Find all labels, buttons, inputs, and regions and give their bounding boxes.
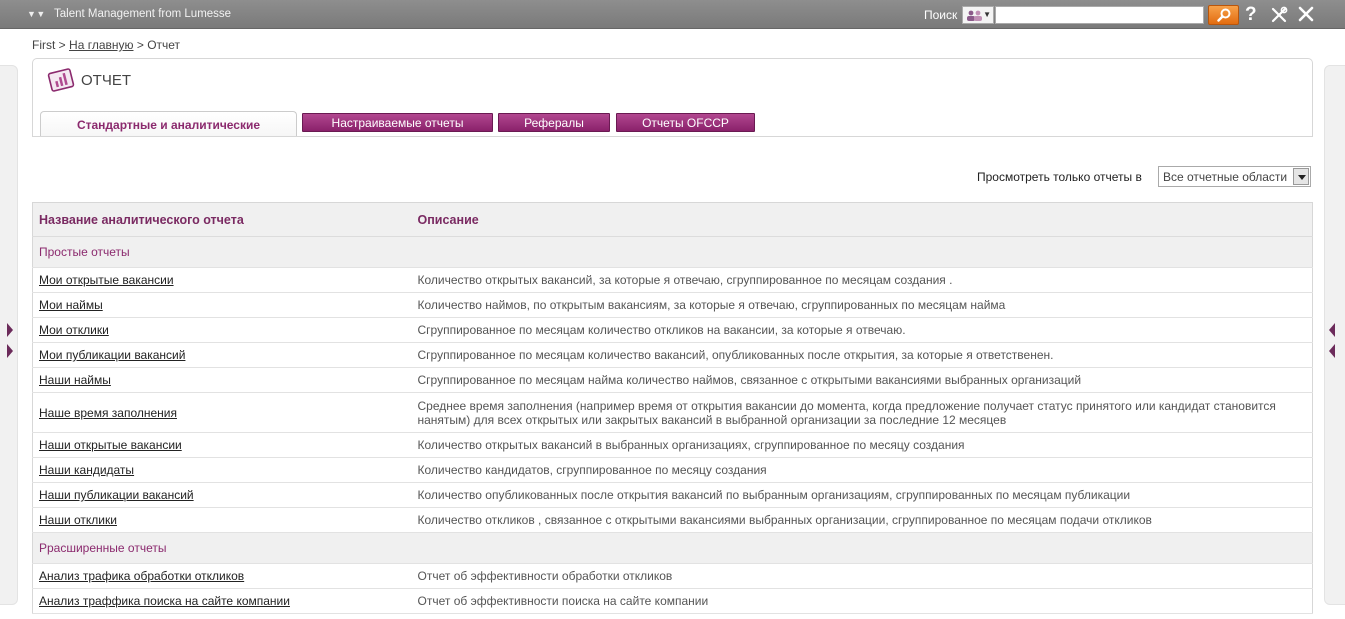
report-link[interactable]: Наши открытые вакансии [39,438,182,452]
table-header-row: Название аналитического отчета Описание [32,202,1313,237]
report-description: Отчет об эффективности обработки отклико… [411,563,1313,589]
report-description: Количество открытых вакансий, за которые… [411,267,1313,293]
table-row: Мои публикации вакансий Сгруппированное … [32,342,1313,368]
report-description: Отчет об эффективности поиска на сайте к… [411,588,1313,614]
report-link[interactable]: Анализ трафика обработки откликов [39,569,244,583]
group-row: Простые отчеты [32,236,1313,268]
table-row: Наши публикации вакансий Количество опуб… [32,482,1313,508]
close-icon[interactable] [1298,6,1314,22]
search-label: Поиск [924,8,958,22]
breadcrumb-separator: > [136,38,144,52]
table-row: Наши наймы Сгруппированное по месяцам на… [32,367,1313,393]
collapse-right-icon[interactable] [1329,344,1335,358]
left-side-panel[interactable] [0,65,18,605]
breadcrumb-first: First [32,38,56,52]
search-scope-dropdown[interactable]: ▼ [962,6,994,24]
reports-table: Название аналитического отчета Описание … [32,202,1313,614]
table-row: Мои отклики Сгруппированное по месяцам к… [32,317,1313,343]
table-row: Наши отклики Количество откликов , связа… [32,507,1313,533]
report-description: Сгруппированное по месяцам найма количес… [411,367,1313,393]
report-description: Количество опубликованных после открытия… [411,482,1313,508]
collapse-right-icon[interactable] [1329,323,1335,337]
report-link[interactable]: Анализ траффика поиска на сайте компании [39,594,290,608]
report-link[interactable]: Наши наймы [39,373,111,387]
table-row: Анализ трафика обработки откликов Отчет … [32,563,1313,589]
report-link[interactable]: Наши отклики [39,513,117,527]
report-link[interactable]: Наши кандидаты [39,463,134,477]
table-row: Наши кандидаты Количество кандидатов, сг… [32,457,1313,483]
table-row: Мои открытые вакансии Количество открыты… [32,267,1313,293]
tab-divider [32,136,1313,137]
breadcrumb: First > На главную > Отчет [32,38,180,52]
report-description: Количество кандидатов, сгруппированное п… [411,457,1313,483]
top-bar: ▼ ▼ Talent Management from Lumesse Поиск… [0,0,1345,29]
report-description: Сгруппированное по месяцам количество от… [411,317,1313,343]
table-row: Наши открытые вакансии Количество открыт… [32,432,1313,458]
right-side-panel[interactable] [1324,65,1345,605]
report-description: Количество откликов , связанное с открыт… [411,507,1313,533]
report-area-select-value: Все отчетные области [1163,170,1288,184]
report-icon [47,68,75,92]
search-input[interactable] [995,6,1204,24]
tab-referrals[interactable]: Рефералы [498,113,610,132]
report-description: Количество наймов, по открытым вакансиям… [411,292,1313,318]
app-title: Talent Management from Lumesse [54,8,232,20]
breadcrumb-separator: > [58,38,66,52]
group-title: Простые отчеты [32,236,1313,268]
tab-custom-reports[interactable]: Настраиваемые отчеты [302,113,493,132]
tools-icon[interactable] [1270,6,1288,24]
report-link[interactable]: Наши публикации вакансий [39,488,194,502]
table-row: Наше время заполнения Среднее время запо… [32,392,1313,433]
report-description: Сгруппированное по месяцам количество ва… [411,342,1313,368]
report-description: Количество открытых вакансий в выбранных… [411,432,1313,458]
report-link[interactable]: Мои открытые вакансии [39,273,174,287]
breadcrumb-current: Отчет [147,38,181,52]
report-area-select[interactable]: Все отчетные области [1158,166,1311,187]
table-row: Мои наймы Количество наймов, по открытым… [32,292,1313,318]
report-link[interactable]: Мои наймы [39,298,103,312]
page-title: ОТЧЕТ [81,72,131,89]
people-icon [967,10,982,21]
column-header-description: Описание [411,202,1313,237]
column-header-name: Название аналитического отчета [32,202,412,237]
expand-left-icon[interactable] [7,323,13,337]
report-link[interactable]: Мои публикации вакансий [39,348,185,362]
tab-standard-analytics[interactable]: Стандартные и аналитические [40,111,297,137]
tab-ofccp-reports[interactable]: Отчеты OFCCP [616,113,755,132]
breadcrumb-home-link[interactable]: На главную [69,38,133,52]
search-button[interactable] [1208,5,1239,25]
menu-arrows-icon[interactable]: ▼ ▼ [27,9,45,19]
help-icon[interactable]: ? [1245,4,1257,26]
chevron-down-icon: ▼ [983,10,991,19]
group-row: Ррасширенные отчеты [32,532,1313,564]
group-title: Ррасширенные отчеты [32,532,1313,564]
expand-left-icon[interactable] [7,344,13,358]
search-icon [1217,8,1231,22]
report-description: Среднее время заполнения (например время… [411,392,1313,433]
chevron-down-icon[interactable] [1293,168,1309,185]
report-link[interactable]: Мои отклики [39,323,109,337]
report-link[interactable]: Наше время заполнения [39,406,177,420]
filter-label: Просмотреть только отчеты в [977,170,1142,184]
table-row: Анализ траффика поиска на сайте компании… [32,588,1313,614]
